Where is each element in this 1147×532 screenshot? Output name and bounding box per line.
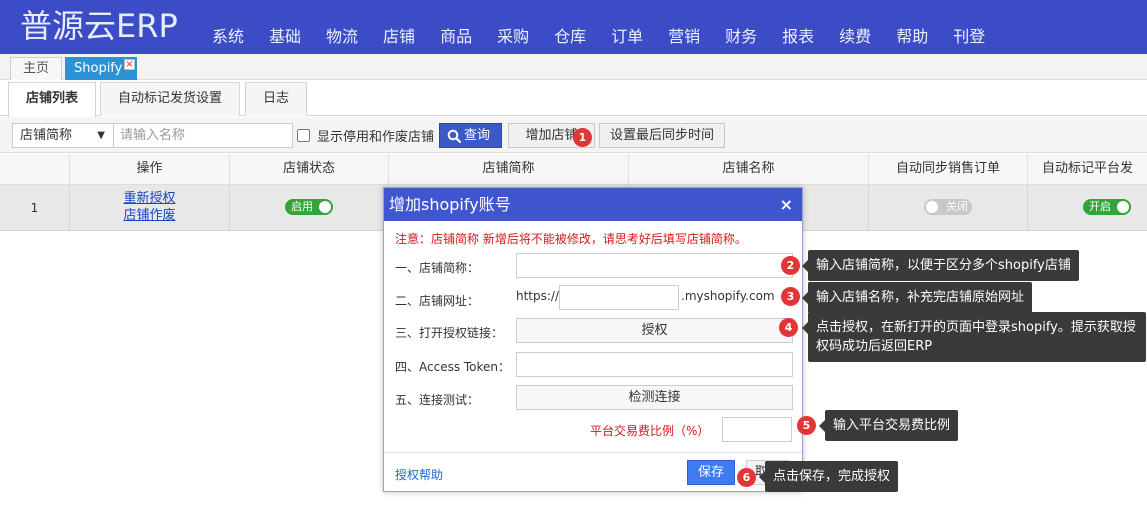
status-toggle[interactable]: 启用: [285, 199, 333, 215]
col-index: [0, 154, 70, 185]
close-icon[interactable]: ×: [124, 59, 135, 70]
step-badge: 3: [781, 287, 800, 306]
dialog-title: 增加shopify账号: [389, 195, 511, 214]
row-actions: 重新授权 店铺作废: [70, 185, 230, 231]
store-status-cell: 启用: [230, 185, 389, 231]
search-input[interactable]: [114, 123, 293, 148]
nav-item-stores[interactable]: 店铺: [383, 26, 415, 48]
status-toggle-label: 启用: [291, 200, 313, 213]
tip-short-name: 输入店铺简称，以便于区分多个shopify店铺: [802, 250, 1079, 281]
tab-auto-mark-shipping[interactable]: 自动标记发货设置: [100, 82, 240, 116]
step-badge: 2: [781, 256, 800, 275]
tip-save: 点击保存，完成授权: [758, 461, 899, 492]
notice-text: 注意：店铺简称 新增后将不能被修改，请思考好后填写店铺简称。: [395, 232, 747, 246]
nav-item-basic[interactable]: 基础: [269, 26, 301, 48]
short-name-label: 一、店铺简称：: [395, 261, 480, 275]
test-connection-button[interactable]: 检测连接: [516, 385, 793, 410]
auto-mark-toggle-label: 开启: [1089, 200, 1111, 213]
nav-item-purchase[interactable]: 采购: [497, 26, 529, 48]
fee-ratio-input[interactable]: [722, 417, 792, 442]
search-icon: [447, 129, 461, 143]
nav-item-logistics[interactable]: 物流: [326, 26, 358, 48]
nav-item-marketing[interactable]: 营销: [668, 26, 700, 48]
void-store-link[interactable]: 店铺作废: [70, 207, 229, 224]
step-badge: 1: [573, 128, 592, 147]
auto-sync-toggle-label: 关闭: [946, 200, 968, 213]
tip-fee-ratio: 输入平台交易费比例: [818, 410, 959, 441]
show-disabled-toggle[interactable]: 显示停用和作废店铺: [297, 126, 434, 145]
nav-item-warehouse[interactable]: 仓库: [554, 26, 586, 48]
tab-home[interactable]: 主页: [10, 57, 62, 80]
dialog-header: 增加shopify账号 ×: [384, 188, 802, 221]
tab-store-list[interactable]: 店铺列表: [8, 82, 96, 117]
nav-item-finance[interactable]: 财务: [725, 26, 757, 48]
sub-tabs: 店铺列表 自动标记发货设置 日志: [0, 80, 1147, 117]
toggle-knob: [1117, 201, 1129, 213]
access-token-label: 四、Access Token：: [395, 360, 511, 374]
query-button-label: 查询: [464, 128, 491, 143]
fee-ratio-label: 平台交易费比例（%）: [590, 424, 710, 438]
url-prefix: https://: [516, 289, 560, 303]
step-badge: 5: [797, 416, 816, 435]
window-tabs: 主页 Shopify ×: [0, 54, 1147, 80]
tab-shopify-label: Shopify: [74, 61, 123, 76]
col-header: 自动同步销售订单: [869, 154, 1028, 185]
col-header: 自动标记平台发: [1041, 161, 1133, 176]
reauthorize-link[interactable]: 重新授权: [70, 190, 229, 207]
filter-select[interactable]: 店铺简称 ▼: [12, 123, 114, 148]
col-header: 店铺状态: [230, 154, 389, 185]
connection-test-label: 五、连接测试：: [395, 393, 480, 407]
authorize-button[interactable]: 授权: [516, 318, 793, 343]
nav-item-orders[interactable]: 订单: [611, 26, 643, 48]
nav-item-help[interactable]: 帮助: [896, 26, 928, 48]
main-nav: 系统 基础 物流 店铺 商品 采购 仓库 订单 营销 财务 报表 续费 帮助 刊…: [212, 26, 1010, 48]
step-badge: 6: [737, 468, 756, 487]
save-button[interactable]: 保存: [687, 460, 735, 485]
url-suffix: .myshopify.com: [681, 289, 775, 303]
auto-sync-toggle[interactable]: 关闭: [924, 199, 972, 215]
auth-help-link[interactable]: 授权帮助: [395, 466, 443, 483]
auto-mark-toggle[interactable]: 开启: [1083, 199, 1131, 215]
show-disabled-checkbox[interactable]: [297, 129, 310, 142]
tip-store-url: 输入店铺名称，补充完店铺原始网址: [801, 282, 1033, 313]
auto-sync-cell: 关闭: [869, 185, 1028, 231]
app-logo: 普源云ERP: [20, 7, 178, 45]
col-header: 操作: [70, 154, 230, 185]
chevron-down-icon: ▼: [97, 130, 105, 141]
auth-link-label: 三、打开授权链接：: [395, 326, 504, 340]
toggle-knob: [926, 201, 938, 213]
tip-authorize: 点击授权，在新打开的页面中登录shopify。提示获取授权码成功后返回ERP: [802, 312, 1146, 362]
app-header: 普源云ERP 系统 基础 物流 店铺 商品 采购 仓库 订单 营销 财务 报表 …: [0, 0, 1147, 54]
query-button[interactable]: 查询: [439, 123, 502, 148]
nav-item-renewal[interactable]: 续费: [839, 26, 871, 48]
nav-item-system[interactable]: 系统: [212, 26, 244, 48]
col-header: 店铺简称: [389, 154, 629, 185]
auto-mark-cell: 开启: [1028, 185, 1147, 231]
tab-logs[interactable]: 日志: [245, 82, 307, 116]
row-index: 1: [0, 185, 70, 231]
store-url-label: 二、店铺网址：: [395, 294, 480, 308]
set-sync-time-button[interactable]: 设置最后同步时间: [599, 123, 725, 148]
add-shopify-dialog: 增加shopify账号 × 注意：店铺简称 新增后将不能被修改，请思考好后填写店…: [383, 187, 803, 492]
tab-shopify[interactable]: Shopify ×: [65, 57, 137, 80]
step-badge: 4: [779, 318, 798, 337]
access-token-input[interactable]: [516, 352, 793, 377]
show-disabled-label: 显示停用和作废店铺: [317, 130, 435, 145]
nav-item-products[interactable]: 商品: [440, 26, 472, 48]
toggle-knob: [319, 201, 331, 213]
short-name-input[interactable]: [516, 253, 793, 278]
close-icon[interactable]: ×: [780, 188, 793, 221]
nav-item-reports[interactable]: 报表: [782, 26, 814, 48]
col-header: 店铺名称: [629, 154, 869, 185]
table-header: 操作 店铺状态 店铺简称 店铺名称 自动同步销售订单 自动标记平台发: [0, 154, 1147, 185]
filter-select-value: 店铺简称: [20, 128, 73, 143]
store-url-input[interactable]: [559, 285, 679, 310]
nav-item-listing[interactable]: 刊登: [953, 26, 985, 48]
